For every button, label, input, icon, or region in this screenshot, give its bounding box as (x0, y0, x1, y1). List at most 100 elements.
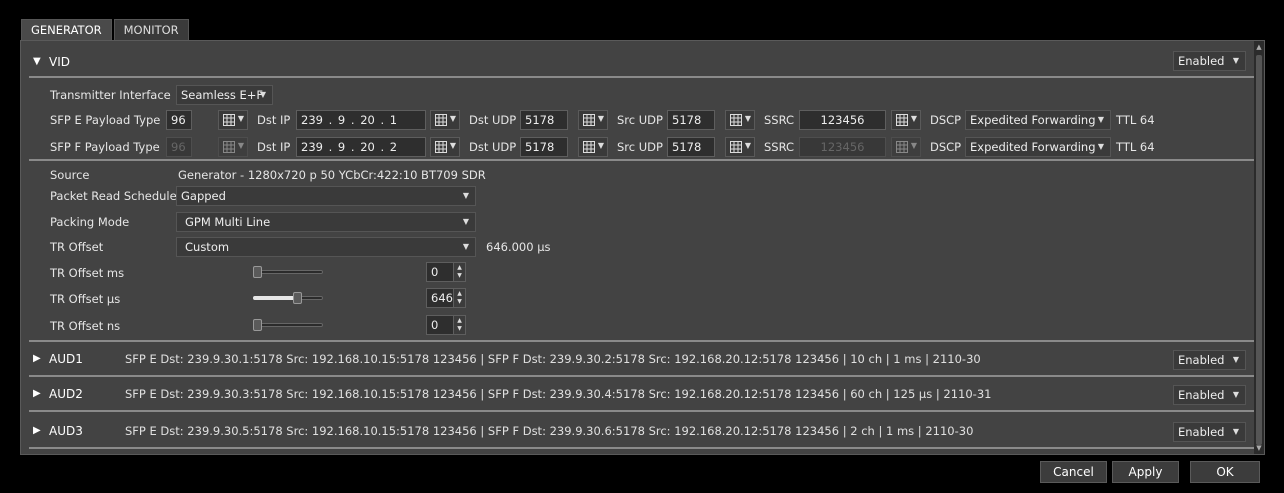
triangle-right-icon[interactable]: ▶ (33, 353, 41, 364)
section-divider (29, 76, 1256, 78)
packet-read-schedule-dropdown[interactable]: Gapped ▼ (176, 186, 476, 206)
slider-handle[interactable] (253, 266, 262, 278)
grid-icon (223, 114, 235, 126)
sfp-f-ttl-label: TTL 64 (1116, 140, 1155, 154)
sfp-e-payload-grid-button[interactable]: ▼ (218, 110, 248, 130)
aud3-section-header[interactable]: ▶ AUD3 SFP E Dst: 239.9.30.5:5178 Src: 1… (21, 418, 1256, 446)
tr-offset-ms-label: TR Offset ms (50, 266, 125, 280)
sfp-e-payload-field[interactable]: 96 (166, 110, 192, 130)
sfp-e-ssrc-grid-button[interactable]: ▼ (891, 110, 921, 130)
caret-down-icon: ▼ (462, 217, 469, 226)
aud3-enabled-dropdown[interactable]: Enabled ▼ (1173, 422, 1246, 442)
grid-icon (435, 141, 447, 153)
tr-offset-ns-spinbox[interactable]: 0 ▲ ▼ (426, 315, 466, 335)
tr-offset-label: TR Offset (50, 240, 104, 254)
packing-mode-dropdown[interactable]: GPM Multi Line ▼ (176, 212, 476, 232)
scroll-down-icon[interactable]: ▼ (1255, 444, 1263, 452)
sfp-f-dst-ip-grid-button[interactable]: ▼ (430, 137, 460, 157)
tr-offset-dropdown[interactable]: Custom ▼ (176, 237, 476, 257)
cancel-button[interactable]: Cancel (1040, 461, 1107, 483)
tab-bar: GENERATOR MONITOR (21, 19, 191, 40)
sfp-f-dscp-dropdown[interactable]: Expedited Forwarding ▼ (965, 137, 1111, 157)
packet-read-schedule-label: Packet Read Schedule (50, 189, 177, 203)
caret-down-icon: ▼ (1232, 56, 1239, 65)
sfp-e-dst-ip-field[interactable]: 239 . 9 . 20 . 1 (296, 110, 426, 130)
grid-icon (435, 114, 447, 126)
sfp-f-src-udp-grid-button[interactable]: ▼ (725, 137, 755, 157)
aud2-summary: SFP E Dst: 239.9.30.3:5178 Src: 192.168.… (125, 387, 992, 401)
aud1-enabled-dropdown[interactable]: Enabled ▼ (1173, 350, 1246, 370)
vid-section-header[interactable]: ▼ VID (21, 49, 1256, 77)
packing-mode-label: Packing Mode (50, 215, 130, 229)
sfp-e-dst-udp-field[interactable]: 5178 (520, 110, 568, 130)
tr-offset-us-spinbox[interactable]: 646 ▲ ▼ (426, 288, 466, 308)
aud2-enabled-dropdown[interactable]: Enabled ▼ (1173, 385, 1246, 405)
sfp-e-dscp-value: Expedited Forwarding (970, 113, 1096, 127)
tr-offset-ns-slider[interactable] (253, 317, 328, 333)
scrollbar-thumb[interactable] (1256, 55, 1262, 445)
slider-track (253, 270, 323, 274)
triangle-down-icon[interactable]: ▼ (33, 56, 41, 67)
section-divider (29, 340, 1256, 342)
scroll-up-icon[interactable]: ▲ (1255, 43, 1263, 51)
caret-down-icon: ▼ (1232, 427, 1239, 436)
vertical-scrollbar[interactable]: ▲ ▼ (1254, 41, 1264, 454)
generator-panel: ▼ VID Enabled ▼ Transmitter Interface Sea… (20, 40, 1265, 455)
tr-offset-us-slider[interactable] (253, 290, 328, 306)
transmitter-interface-dropdown[interactable]: Seamless E+F ▼ (176, 85, 273, 105)
apply-button[interactable]: Apply (1112, 461, 1179, 483)
sfp-f-src-udp-field[interactable]: 5178 (667, 137, 715, 157)
spin-arrows-icon[interactable]: ▲ ▼ (453, 316, 465, 334)
tr-offset-ms-spinbox[interactable]: 0 ▲ ▼ (426, 262, 466, 282)
sfp-f-dscp-label: DSCP (930, 140, 962, 154)
sfp-e-src-udp-label: Src UDP (617, 113, 663, 127)
sfp-e-dst-ip-grid-button[interactable]: ▼ (430, 110, 460, 130)
sfp-e-dscp-dropdown[interactable]: Expedited Forwarding ▼ (965, 110, 1111, 130)
aud3-summary: SFP E Dst: 239.9.30.5:5178 Src: 192.168.… (125, 424, 974, 438)
ok-button[interactable]: OK (1190, 461, 1260, 483)
source-value: Generator - 1280x720 p 50 YCbCr:422:10 B… (178, 168, 486, 182)
grid-icon (896, 141, 908, 153)
sfp-e-ttl-label: TTL 64 (1116, 113, 1155, 127)
tab-monitor[interactable]: MONITOR (113, 19, 189, 40)
triangle-right-icon[interactable]: ▶ (33, 388, 41, 399)
triangle-right-icon[interactable]: ▶ (33, 425, 41, 436)
caret-down-icon: ▼ (449, 114, 456, 123)
aud2-section-header[interactable]: ▶ AUD2 SFP E Dst: 239.9.30.3:5178 Src: 1… (21, 381, 1256, 409)
tr-offset-ms-slider[interactable] (253, 264, 328, 280)
caret-down-icon: ▼ (462, 191, 469, 200)
caret-down-icon: ▼ (744, 141, 751, 150)
sfp-e-ssrc-label: SSRC (764, 113, 795, 127)
sfp-f-dst-udp-field[interactable]: 5178 (520, 137, 568, 157)
caret-down-icon: ▼ (1097, 142, 1104, 151)
section-divider (29, 410, 1256, 412)
grid-icon (730, 114, 742, 126)
vid-enabled-dropdown[interactable]: Enabled ▼ (1173, 51, 1246, 71)
sfp-f-payload-field: 96 (166, 137, 192, 157)
sfp-f-ssrc-label: SSRC (764, 140, 795, 154)
sfp-f-ssrc-grid-button: ▼ (891, 137, 921, 157)
section-divider (29, 375, 1256, 377)
aud1-section-header[interactable]: ▶ AUD1 SFP E Dst: 239.9.30.1:5178 Src: 1… (21, 346, 1256, 374)
sfp-e-ssrc-field[interactable]: 123456 (799, 110, 886, 130)
slider-handle[interactable] (292, 292, 302, 304)
transmitter-interface-label: Transmitter Interface (50, 88, 171, 102)
spin-arrows-icon[interactable]: ▲ ▼ (453, 289, 465, 307)
sfp-f-payload-label: SFP F Payload Type (50, 140, 160, 154)
sfp-e-src-udp-field[interactable]: 5178 (667, 110, 715, 130)
sfp-e-src-udp-grid-button[interactable]: ▼ (725, 110, 755, 130)
section-divider (29, 447, 1256, 449)
sfp-f-dst-udp-grid-button[interactable]: ▼ (578, 137, 608, 157)
vid-section-title: VID (49, 55, 70, 69)
sfp-e-dst-udp-grid-button[interactable]: ▼ (578, 110, 608, 130)
transmitter-interface-value: Seamless E+F (181, 88, 264, 102)
aud3-section-title: AUD3 (49, 424, 83, 438)
slider-handle[interactable] (253, 319, 262, 331)
sfp-f-dscp-value: Expedited Forwarding (970, 140, 1096, 154)
spin-arrows-icon[interactable]: ▲ ▼ (453, 263, 465, 281)
caret-down-icon: ▼ (259, 90, 266, 99)
tab-generator[interactable]: GENERATOR (21, 19, 112, 40)
aud1-summary: SFP E Dst: 239.9.30.1:5178 Src: 192.168.… (125, 352, 981, 366)
sfp-e-dst-ip-label: Dst IP (257, 113, 291, 127)
sfp-f-dst-ip-field[interactable]: 239 . 9 . 20 . 2 (296, 137, 426, 157)
